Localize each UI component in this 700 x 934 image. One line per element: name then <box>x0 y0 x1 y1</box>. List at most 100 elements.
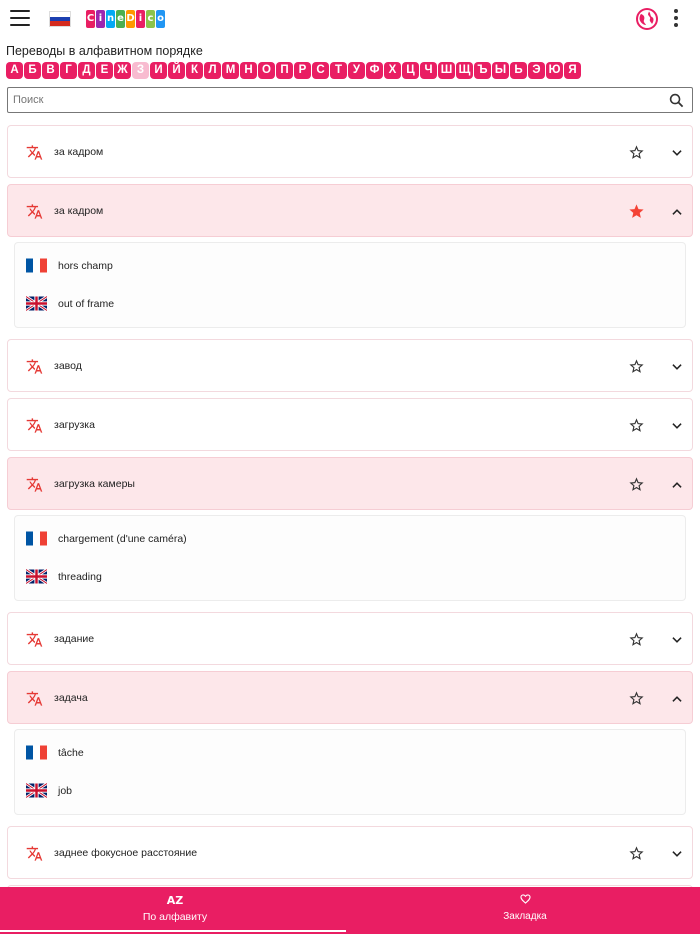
letter-button[interactable]: Ж <box>114 62 131 79</box>
logo-letter: n <box>106 10 115 28</box>
entry-row[interactable]: загрузка <box>7 398 693 451</box>
entry-row[interactable]: за кадром <box>7 184 693 237</box>
letter-button[interactable]: Ф <box>366 62 383 79</box>
letter-button[interactable]: Я <box>564 62 581 79</box>
star-outline-icon[interactable] <box>628 358 645 380</box>
translate-icon <box>26 690 43 712</box>
translate-icon <box>26 358 43 380</box>
letter-button[interactable]: Г <box>60 62 77 79</box>
letter-button[interactable]: Ч <box>420 62 437 79</box>
chevron-down-icon[interactable] <box>670 847 684 866</box>
entry-row[interactable]: задача <box>7 671 693 724</box>
letter-button[interactable]: И <box>150 62 167 79</box>
letter-button[interactable]: В <box>42 62 59 79</box>
app-logo: CineDico <box>86 10 165 28</box>
az-sort-icon: AZ <box>166 894 184 907</box>
search-input[interactable] <box>8 88 648 112</box>
uk-flag-icon <box>25 568 48 585</box>
translations-panel: chargement (d'une caméra) threading <box>14 515 686 601</box>
letter-button[interactable]: Ъ <box>474 62 491 79</box>
translate-icon <box>26 476 43 498</box>
entry-term: загрузка камеры <box>54 478 135 490</box>
tab-bookmarks[interactable]: Закладка <box>350 887 700 934</box>
globe-icon[interactable] <box>636 8 658 30</box>
logo-letter: c <box>146 10 155 28</box>
tab-alphabetical[interactable]: AZ По алфавиту <box>0 887 350 934</box>
translations-panel: hors champ out of frame <box>14 242 686 328</box>
page-heading: Переводы в алфавитном порядке <box>6 44 203 58</box>
letter-button[interactable]: Ы <box>492 62 509 79</box>
star-filled-icon[interactable] <box>628 203 645 225</box>
entry-row[interactable]: за кадром <box>7 125 693 178</box>
translation-row: chargement (d'une caméra) <box>15 520 685 558</box>
star-outline-icon[interactable] <box>628 845 645 867</box>
chevron-down-icon[interactable] <box>670 146 684 165</box>
translate-icon <box>26 203 43 225</box>
letter-button[interactable]: Ь <box>510 62 527 79</box>
chevron-down-icon[interactable] <box>670 419 684 438</box>
russian-flag-icon[interactable] <box>49 11 71 27</box>
translation-row: job <box>15 772 685 810</box>
translate-icon <box>26 144 43 166</box>
entry-row[interactable]: завод <box>7 339 693 392</box>
star-outline-icon[interactable] <box>628 631 645 653</box>
tab-alphabetical-label: По алфавиту <box>142 911 208 923</box>
menu-icon[interactable] <box>10 10 30 28</box>
chevron-down-icon[interactable] <box>670 360 684 379</box>
letter-button[interactable]: А <box>6 62 23 79</box>
uk-flag-icon <box>25 295 48 312</box>
translation-text: job <box>58 785 73 797</box>
translation-row: tâche <box>15 734 685 772</box>
translation-row: threading <box>15 558 685 596</box>
search-icon[interactable] <box>669 93 684 108</box>
chevron-up-icon[interactable] <box>670 478 684 497</box>
letter-button[interactable]: Л <box>204 62 221 79</box>
translate-icon <box>26 631 43 653</box>
entry-term: задача <box>54 692 88 704</box>
logo-letter: e <box>116 10 125 28</box>
more-options-icon[interactable] <box>672 9 680 29</box>
letter-button[interactable]: Ц <box>402 62 419 79</box>
letter-button[interactable]: С <box>312 62 329 79</box>
translation-row: hors champ <box>15 247 685 285</box>
letter-button[interactable]: Р <box>294 62 311 79</box>
tab-bookmarks-label: Закладка <box>503 911 547 922</box>
letter-button[interactable]: Д <box>78 62 95 79</box>
entry-row[interactable]: задание <box>7 612 693 665</box>
star-outline-icon[interactable] <box>628 417 645 439</box>
letter-button[interactable]: Б <box>24 62 41 79</box>
entry-row[interactable]: заднее фокусное расстояние <box>7 826 693 879</box>
letter-button[interactable]: Э <box>528 62 545 79</box>
logo-letter: i <box>136 10 145 28</box>
entry-row[interactable]: загрузка камеры <box>7 457 693 510</box>
entry-term: задание <box>54 633 95 645</box>
entry-term: завод <box>54 360 82 372</box>
star-outline-icon[interactable] <box>628 144 645 166</box>
letter-button[interactable]: Н <box>240 62 257 79</box>
letter-button[interactable]: Ш <box>438 62 455 79</box>
translation-text: chargement (d'une caméra) <box>58 533 187 545</box>
letter-button[interactable]: З <box>132 62 149 79</box>
translation-text: out of frame <box>58 298 115 310</box>
translate-icon <box>26 845 43 867</box>
letter-button[interactable]: Т <box>330 62 347 79</box>
translations-list: за кадром за кадром hors champ out of frame… <box>0 125 700 934</box>
chevron-down-icon[interactable] <box>670 633 684 652</box>
uk-flag-icon <box>25 782 48 799</box>
letter-button[interactable]: Щ <box>456 62 473 79</box>
letter-button[interactable]: О <box>258 62 275 79</box>
letter-button[interactable]: Е <box>96 62 113 79</box>
star-outline-icon[interactable] <box>628 690 645 712</box>
star-outline-icon[interactable] <box>628 476 645 498</box>
alphabet-bar: АБВГДЕЖЗИЙКЛМНОПРСТУФХЦЧШЩЪЫЬЭЮЯ <box>6 62 581 79</box>
letter-button[interactable]: М <box>222 62 239 79</box>
letter-button[interactable]: П <box>276 62 293 79</box>
letter-button[interactable]: К <box>186 62 203 79</box>
chevron-up-icon[interactable] <box>670 205 684 224</box>
letter-button[interactable]: Ю <box>546 62 563 79</box>
letter-button[interactable]: Х <box>384 62 401 79</box>
letter-button[interactable]: Й <box>168 62 185 79</box>
chevron-up-icon[interactable] <box>670 692 684 711</box>
entry-term: за кадром <box>54 205 104 217</box>
letter-button[interactable]: У <box>348 62 365 79</box>
